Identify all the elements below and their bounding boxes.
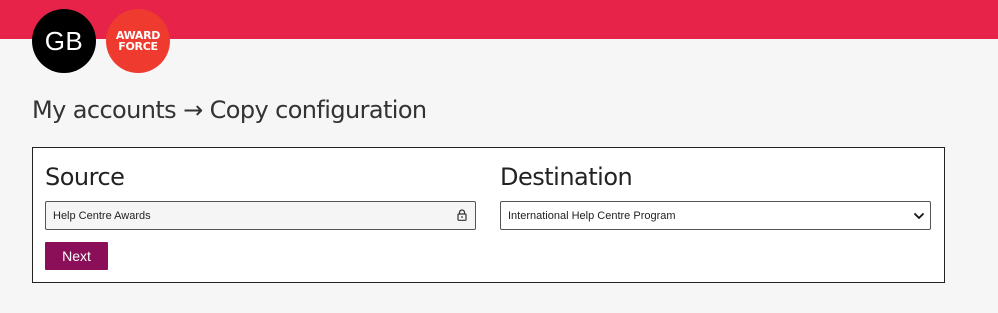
avatar[interactable]: GB [32,9,96,73]
destination-heading: Destination [500,163,633,191]
destination-value: International Help Centre Program [508,209,676,222]
source-value: Help Centre Awards [53,209,151,222]
breadcrumb: My accounts → Copy configuration [32,96,427,124]
award-force-logo[interactable]: AWARD FORCE [106,9,170,73]
destination-select[interactable]: International Help Centre Program [500,201,931,230]
avatar-initials: GB [44,25,84,56]
copy-configuration-panel: Source Destination Help Centre Awards In… [32,147,945,283]
chevron-down-icon [914,213,924,219]
lock-icon [457,209,467,221]
logo-line-2: FORCE [118,40,158,53]
next-button[interactable]: Next [45,242,108,270]
source-heading: Source [45,163,125,191]
source-field: Help Centre Awards [45,201,476,230]
